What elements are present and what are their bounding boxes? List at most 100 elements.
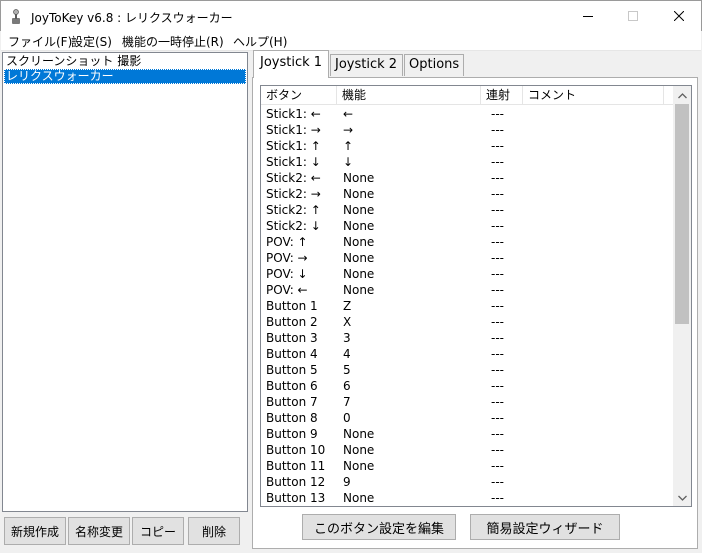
row-repeat-cell: ---: [491, 139, 504, 153]
scroll-down-button[interactable]: [673, 489, 691, 506]
table-row[interactable]: Button 8 0 ---: [261, 410, 673, 426]
row-button-cell: Button 5: [266, 363, 318, 377]
maximize-icon: [628, 11, 638, 21]
delete-config-button[interactable]: 削除: [188, 517, 240, 545]
row-button-cell: POV: ←: [266, 283, 308, 297]
row-repeat-cell: ---: [491, 203, 504, 217]
row-function-cell: None: [343, 443, 375, 457]
scrollbar-thumb[interactable]: [675, 104, 689, 324]
table-row[interactable]: Stick1: ← ← ---: [261, 106, 673, 122]
edit-button-setting-button[interactable]: このボタン設定を編集: [302, 514, 456, 540]
table-row[interactable]: Button 6 6 ---: [261, 378, 673, 394]
scroll-up-button[interactable]: [673, 87, 691, 104]
row-function-cell: X: [343, 315, 352, 329]
row-repeat-cell: ---: [491, 107, 504, 121]
title-bar: JoyToKey v6.8 : レリクスウォーカー: [0, 0, 702, 31]
table-row[interactable]: Stick2: ↓ None ---: [261, 218, 673, 234]
column-comment[interactable]: コメント: [523, 86, 664, 104]
row-repeat-cell: ---: [491, 347, 504, 361]
minimize-button[interactable]: [565, 1, 611, 31]
column-repeat[interactable]: 連射: [481, 86, 523, 104]
table-row[interactable]: POV: ↑ None ---: [261, 234, 673, 250]
button-assignment-list[interactable]: ボタン 機能 連射 コメント Stick1: ← ← --- Stick1: → → --…: [260, 85, 692, 507]
list-body: Stick1: ← ← --- Stick1: → → --- Stick1: ↑ ↑ --- S…: [261, 106, 673, 506]
table-row[interactable]: Button 9 None ---: [261, 426, 673, 442]
table-row[interactable]: Button 2 X ---: [261, 314, 673, 330]
table-row[interactable]: Button 7 7 ---: [261, 394, 673, 410]
row-function-cell: 0: [343, 411, 351, 425]
tab-options[interactable]: Options: [404, 54, 464, 76]
table-row[interactable]: POV: ↓ None ---: [261, 266, 673, 282]
column-function[interactable]: 機能: [337, 86, 481, 104]
row-button-cell: Stick2: →: [266, 187, 321, 201]
row-button-cell: POV: ↑: [266, 235, 308, 249]
rename-config-button[interactable]: 名称変更: [68, 517, 130, 545]
row-function-cell: 6: [343, 379, 351, 393]
table-row[interactable]: Button 3 3 ---: [261, 330, 673, 346]
table-row[interactable]: POV: ← None ---: [261, 282, 673, 298]
row-function-cell: None: [343, 459, 375, 473]
table-row[interactable]: Button 12 9 ---: [261, 474, 673, 490]
new-config-button[interactable]: 新規作成: [4, 517, 66, 545]
row-button-cell: Button 9: [266, 427, 318, 441]
table-row[interactable]: Stick2: ← None ---: [261, 170, 673, 186]
menu-file[interactable]: ファイル(F): [8, 33, 72, 50]
row-button-cell: Button 12: [266, 475, 326, 489]
row-repeat-cell: ---: [491, 315, 504, 329]
row-repeat-cell: ---: [491, 123, 504, 137]
row-button-cell: Button 10: [266, 443, 326, 457]
maximize-button[interactable]: [610, 1, 656, 31]
table-row[interactable]: Button 5 5 ---: [261, 362, 673, 378]
row-repeat-cell: ---: [491, 267, 504, 281]
row-function-cell: ↓: [343, 155, 354, 169]
close-button[interactable]: [656, 1, 702, 31]
table-row[interactable]: Stick2: ↑ None ---: [261, 202, 673, 218]
chevron-up-icon: [677, 92, 687, 98]
table-row[interactable]: Stick1: ↑ ↑ ---: [261, 138, 673, 154]
row-repeat-cell: ---: [491, 491, 504, 505]
row-button-cell: Stick1: ↓: [266, 155, 321, 169]
joystick-icon: [9, 9, 23, 25]
row-repeat-cell: ---: [491, 379, 504, 393]
easy-setup-wizard-button[interactable]: 簡易設定ウィザード: [470, 514, 620, 540]
config-item-screenshot[interactable]: スクリーンショット 撮影: [4, 54, 246, 69]
row-button-cell: POV: ↓: [266, 267, 308, 281]
row-function-cell: ←: [343, 107, 354, 121]
row-repeat-cell: ---: [491, 155, 504, 169]
row-repeat-cell: ---: [491, 283, 504, 297]
table-row[interactable]: Button 4 4 ---: [261, 346, 673, 362]
row-function-cell: None: [343, 171, 375, 185]
table-row[interactable]: Stick1: → → ---: [261, 122, 673, 138]
table-row[interactable]: Stick1: ↓ ↓ ---: [261, 154, 673, 170]
column-button[interactable]: ボタン: [261, 86, 337, 104]
row-function-cell: None: [343, 219, 375, 233]
row-button-cell: Stick1: ←: [266, 107, 321, 121]
row-repeat-cell: ---: [491, 475, 504, 489]
row-repeat-cell: ---: [491, 459, 504, 473]
row-button-cell: POV: →: [266, 251, 308, 265]
table-row[interactable]: POV: → None ---: [261, 250, 673, 266]
table-row[interactable]: Button 11 None ---: [261, 458, 673, 474]
menu-settings[interactable]: 設定(S): [71, 33, 112, 50]
row-repeat-cell: ---: [491, 187, 504, 201]
close-icon: [674, 11, 684, 21]
row-function-cell: None: [343, 187, 375, 201]
row-button-cell: Button 7: [266, 395, 318, 409]
config-item-relics-walker[interactable]: レリクスウォーカー: [4, 69, 246, 84]
vertical-scrollbar[interactable]: [673, 86, 691, 506]
config-list[interactable]: スクリーンショット 撮影 レリクスウォーカー: [2, 52, 248, 512]
menu-help[interactable]: ヘルプ(H): [233, 33, 287, 50]
tab-joystick-2[interactable]: Joystick 2: [330, 54, 403, 76]
menu-pause[interactable]: 機能の一時停止(R): [122, 33, 224, 50]
table-row[interactable]: Stick2: → None ---: [261, 186, 673, 202]
table-row[interactable]: Button 10 None ---: [261, 442, 673, 458]
copy-config-button[interactable]: コピー: [132, 517, 184, 545]
row-button-cell: Button 3: [266, 331, 318, 345]
row-function-cell: 4: [343, 347, 351, 361]
row-button-cell: Button 8: [266, 411, 318, 425]
row-function-cell: None: [343, 427, 375, 441]
table-row[interactable]: Button 1 Z ---: [261, 298, 673, 314]
table-row[interactable]: Button 13 None ---: [261, 490, 673, 506]
row-button-cell: Stick2: ←: [266, 171, 321, 185]
tab-joystick-1[interactable]: Joystick 1: [253, 50, 329, 78]
